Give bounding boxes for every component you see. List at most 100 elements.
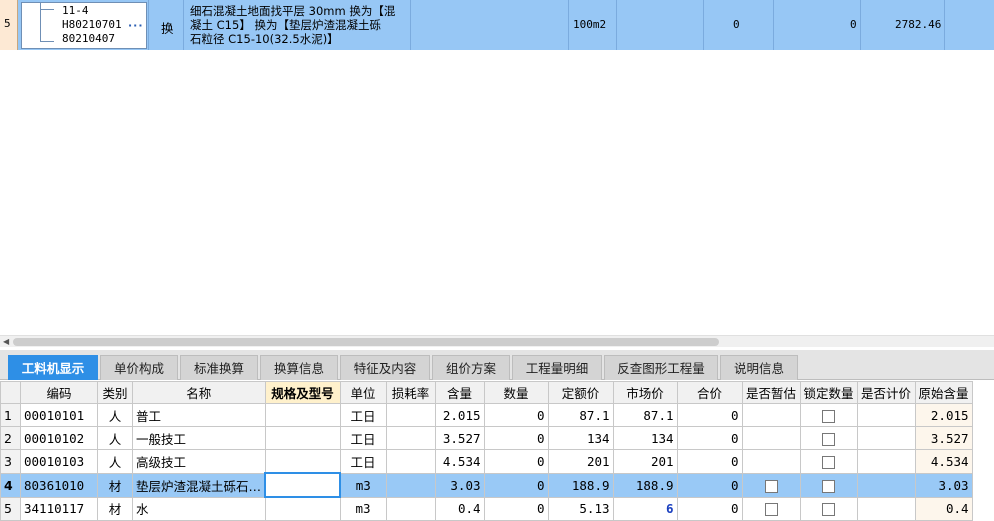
cell-spec[interactable] xyxy=(264,403,341,427)
cell-category[interactable]: 人 xyxy=(97,403,133,427)
cell-priced[interactable] xyxy=(856,449,916,474)
cell-content[interactable]: 3.03 xyxy=(434,472,485,498)
col-header-total-price[interactable]: 合价 xyxy=(676,381,743,404)
cell-lock-quantity[interactable] xyxy=(799,496,858,521)
cell-quantity[interactable]: 0 xyxy=(483,472,549,498)
tab-standard-conversion[interactable]: 标准换算 xyxy=(180,355,258,380)
cell-category[interactable]: 人 xyxy=(97,449,133,474)
cell-content[interactable]: 0.4 xyxy=(434,496,485,521)
cell-lock-quantity[interactable] xyxy=(799,472,858,498)
cell-loss-rate[interactable] xyxy=(385,472,436,498)
cell-content[interactable]: 2.015 xyxy=(434,403,485,427)
cell-category[interactable]: 人 xyxy=(97,426,133,450)
tab-graphic-quantity-lookup[interactable]: 反查图形工程量 xyxy=(604,355,718,380)
cell-code[interactable]: 80361010 xyxy=(20,472,98,498)
provisional-checkbox[interactable] xyxy=(764,503,778,517)
col-header-quantity[interactable]: 数量 xyxy=(483,381,549,404)
col-header-provisional[interactable]: 是否暂估 xyxy=(741,381,801,404)
cell-provisional[interactable] xyxy=(741,472,801,498)
tab-conversion-info[interactable]: 换算信息 xyxy=(260,355,338,380)
cell-lock-quantity[interactable] xyxy=(799,449,858,474)
horizontal-scrollbar[interactable]: ◀ xyxy=(0,335,994,347)
cell-market-price[interactable]: 201 xyxy=(612,449,678,474)
cell-name[interactable]: 普工 xyxy=(132,403,266,427)
cell-category[interactable]: 材 xyxy=(97,496,133,521)
col-header-unit[interactable]: 单位 xyxy=(339,381,387,404)
row-number: 2 xyxy=(0,426,21,450)
cell-name[interactable]: 高级技工 xyxy=(132,449,266,474)
cell-content[interactable]: 4.534 xyxy=(434,449,485,474)
col-header-priced[interactable]: 是否计价 xyxy=(856,381,916,404)
cell-unit[interactable]: 工日 xyxy=(339,403,387,427)
scrollbar-thumb[interactable] xyxy=(13,338,719,346)
cell-loss-rate[interactable] xyxy=(385,426,436,450)
tab-features-content[interactable]: 特征及内容 xyxy=(340,355,430,380)
cell-unit[interactable]: 工日 xyxy=(339,449,387,474)
col-header-lock-quantity[interactable]: 锁定数量 xyxy=(799,381,858,404)
lock-quantity-checkbox[interactable] xyxy=(822,432,836,446)
cell-unit[interactable]: m3 xyxy=(339,472,387,498)
more-button[interactable]: ··· xyxy=(128,19,144,32)
column-divider xyxy=(568,0,569,50)
col-header-code[interactable]: 编码 xyxy=(20,381,98,404)
cell-spec[interactable] xyxy=(264,496,341,521)
cell-content[interactable]: 3.527 xyxy=(434,426,485,450)
cell-market-price[interactable]: 87.1 xyxy=(612,403,678,427)
tab-quantity-details[interactable]: 工程量明细 xyxy=(512,355,602,380)
cell-name[interactable]: 垫层炉渣混凝土砾石… xyxy=(132,472,266,498)
cell-quantity[interactable]: 0 xyxy=(483,426,549,450)
cell-code[interactable]: 34110117 xyxy=(20,496,98,521)
cell-priced[interactable] xyxy=(856,496,916,521)
cell-market-price[interactable]: 188.9 xyxy=(612,472,678,498)
cell-priced[interactable] xyxy=(856,403,916,427)
table-row-selected[interactable]: 4 80361010 材 垫层炉渣混凝土砾石… m3 3.03 0 188.9 … xyxy=(0,472,973,498)
table-row[interactable]: 3 00010103 人 高级技工 工日 4.534 0 201 201 0 4… xyxy=(0,449,973,474)
lock-quantity-checkbox[interactable] xyxy=(822,503,836,517)
cell-market-price[interactable]: 134 xyxy=(612,426,678,450)
tab-unit-price-composition[interactable]: 单价构成 xyxy=(100,355,178,380)
cell-priced[interactable] xyxy=(856,472,916,498)
cell-spec[interactable] xyxy=(264,449,341,474)
col-header-category[interactable]: 类别 xyxy=(97,381,133,404)
cell-spec-editor[interactable] xyxy=(264,472,342,498)
table-row[interactable]: 2 00010102 人 一般技工 工日 3.527 0 134 134 0 3… xyxy=(0,426,973,450)
cell-quantity[interactable]: 0 xyxy=(483,449,549,474)
tab-labor-material-machine[interactable]: 工料机显示 xyxy=(8,355,98,380)
cell-lock-quantity[interactable] xyxy=(799,426,858,450)
tab-description[interactable]: 说明信息 xyxy=(720,355,798,380)
cell-lock-quantity[interactable] xyxy=(799,403,858,427)
provisional-checkbox[interactable] xyxy=(764,479,778,493)
cell-quantity[interactable]: 0 xyxy=(483,496,549,521)
lock-quantity-checkbox[interactable] xyxy=(822,479,836,493)
quota-row-selected[interactable] xyxy=(0,0,994,50)
cell-market-price-modified[interactable]: 6 xyxy=(612,496,678,521)
col-header-market-price[interactable]: 市场价 xyxy=(612,381,678,404)
lock-quantity-checkbox[interactable] xyxy=(822,455,836,469)
cell-spec[interactable] xyxy=(264,426,341,450)
cell-name[interactable]: 水 xyxy=(132,496,266,521)
col-header-spec[interactable]: 规格及型号 xyxy=(264,381,341,404)
col-header-content[interactable]: 含量 xyxy=(434,381,485,404)
table-row[interactable]: 5 34110117 材 水 m3 0.4 0 5.13 6 0 0.4 xyxy=(0,496,973,521)
cell-provisional[interactable] xyxy=(741,496,801,521)
table-row[interactable]: 1 00010101 人 普工 工日 2.015 0 87.1 87.1 0 2… xyxy=(0,403,973,427)
cell-loss-rate[interactable] xyxy=(385,496,436,521)
lock-quantity-checkbox[interactable] xyxy=(822,409,836,423)
cell-loss-rate[interactable] xyxy=(385,403,436,427)
cell-unit[interactable]: 工日 xyxy=(339,426,387,450)
cell-loss-rate[interactable] xyxy=(385,449,436,474)
cell-code[interactable]: 00010101 xyxy=(20,403,98,427)
col-header-name[interactable]: 名称 xyxy=(132,381,266,404)
col-header-quota-price[interactable]: 定额价 xyxy=(547,381,614,404)
scroll-left-icon[interactable]: ◀ xyxy=(3,336,9,348)
cell-category[interactable]: 材 xyxy=(97,472,133,498)
tab-pricing-scheme[interactable]: 组价方案 xyxy=(432,355,510,380)
col-header-original-content[interactable]: 原始含量 xyxy=(914,381,973,404)
cell-unit[interactable]: m3 xyxy=(339,496,387,521)
col-header-loss-rate[interactable]: 损耗率 xyxy=(385,381,436,404)
cell-code[interactable]: 00010102 xyxy=(20,426,98,450)
cell-quantity[interactable]: 0 xyxy=(483,403,549,427)
cell-code[interactable]: 00010103 xyxy=(20,449,98,474)
cell-name[interactable]: 一般技工 xyxy=(132,426,266,450)
cell-priced[interactable] xyxy=(856,426,916,450)
